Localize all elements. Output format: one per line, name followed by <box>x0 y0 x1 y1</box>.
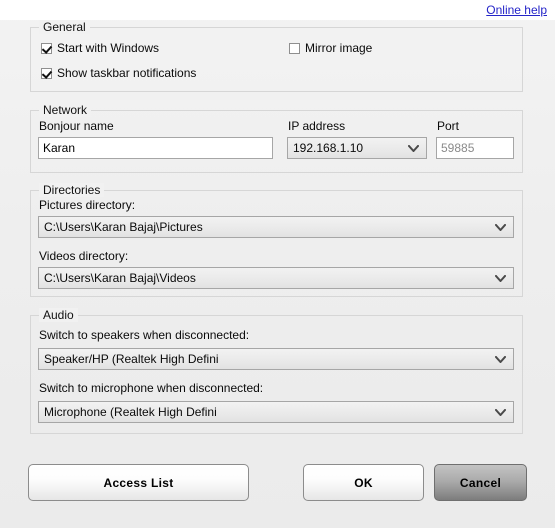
chevron-down-icon <box>491 223 513 231</box>
checkbox-checked-icon <box>41 42 52 54</box>
pictures-directory-select[interactable]: C:\Users\Karan Bajaj\Pictures <box>38 216 514 238</box>
port-label: Port <box>437 119 460 133</box>
port-input[interactable] <box>436 137 514 159</box>
chevron-down-icon <box>491 274 513 282</box>
videos-directory-label: Videos directory: <box>39 249 129 263</box>
checkbox-mirror-image[interactable]: Mirror image <box>289 41 372 55</box>
bonjour-name-label: Bonjour name <box>39 119 114 133</box>
checkbox-label: Show taskbar notifications <box>57 66 197 80</box>
general-group: General Start with Windows Show taskbar … <box>30 20 523 92</box>
chevron-down-icon <box>491 355 513 363</box>
checkbox-unchecked-icon <box>289 42 300 54</box>
checkbox-label: Mirror image <box>305 41 373 55</box>
audio-group-legend: Audio <box>39 308 78 322</box>
checkbox-checked-icon <box>41 67 52 79</box>
audio-group: Audio Switch to speakers when disconnect… <box>30 308 523 434</box>
ip-address-select[interactable]: 192.168.1.10 <box>287 137 427 159</box>
pictures-directory-label: Pictures directory: <box>39 198 136 212</box>
microphone-label: Switch to microphone when disconnected: <box>39 381 264 395</box>
speakers-label: Switch to speakers when disconnected: <box>39 328 250 342</box>
pictures-directory-value: C:\Users\Karan Bajaj\Pictures <box>44 220 203 234</box>
bonjour-name-input[interactable] <box>38 137 273 159</box>
general-group-legend: General <box>39 20 90 34</box>
checkbox-label: Start with Windows <box>57 41 160 55</box>
directories-group-legend: Directories <box>39 183 105 197</box>
videos-directory-value: C:\Users\Karan Bajaj\Videos <box>44 271 196 285</box>
videos-directory-select[interactable]: C:\Users\Karan Bajaj\Videos <box>38 267 514 289</box>
directories-group: Directories Pictures directory: C:\Users… <box>30 183 523 297</box>
ip-address-value: 192.168.1.10 <box>293 141 364 155</box>
ok-button[interactable]: OK <box>303 464 424 501</box>
network-group: Network Bonjour name IP address 192.168.… <box>30 103 523 173</box>
help-bar: Online help <box>0 0 555 20</box>
chevron-down-icon <box>404 144 426 152</box>
ip-address-label: IP address <box>288 119 346 133</box>
checkbox-start-with-windows[interactable]: Start with Windows <box>41 41 159 55</box>
network-group-legend: Network <box>39 103 92 117</box>
speakers-value: Speaker/HP (Realtek High Defini <box>44 352 219 366</box>
access-list-button[interactable]: Access List <box>28 464 249 501</box>
online-help-link[interactable]: Online help <box>486 3 547 17</box>
cancel-button[interactable]: Cancel <box>434 464 527 501</box>
chevron-down-icon <box>491 408 513 416</box>
speakers-select[interactable]: Speaker/HP (Realtek High Defini <box>38 348 514 370</box>
microphone-select[interactable]: Microphone (Realtek High Defini <box>38 401 514 423</box>
microphone-value: Microphone (Realtek High Defini <box>44 405 217 419</box>
checkbox-show-taskbar-notifications[interactable]: Show taskbar notifications <box>41 66 196 80</box>
